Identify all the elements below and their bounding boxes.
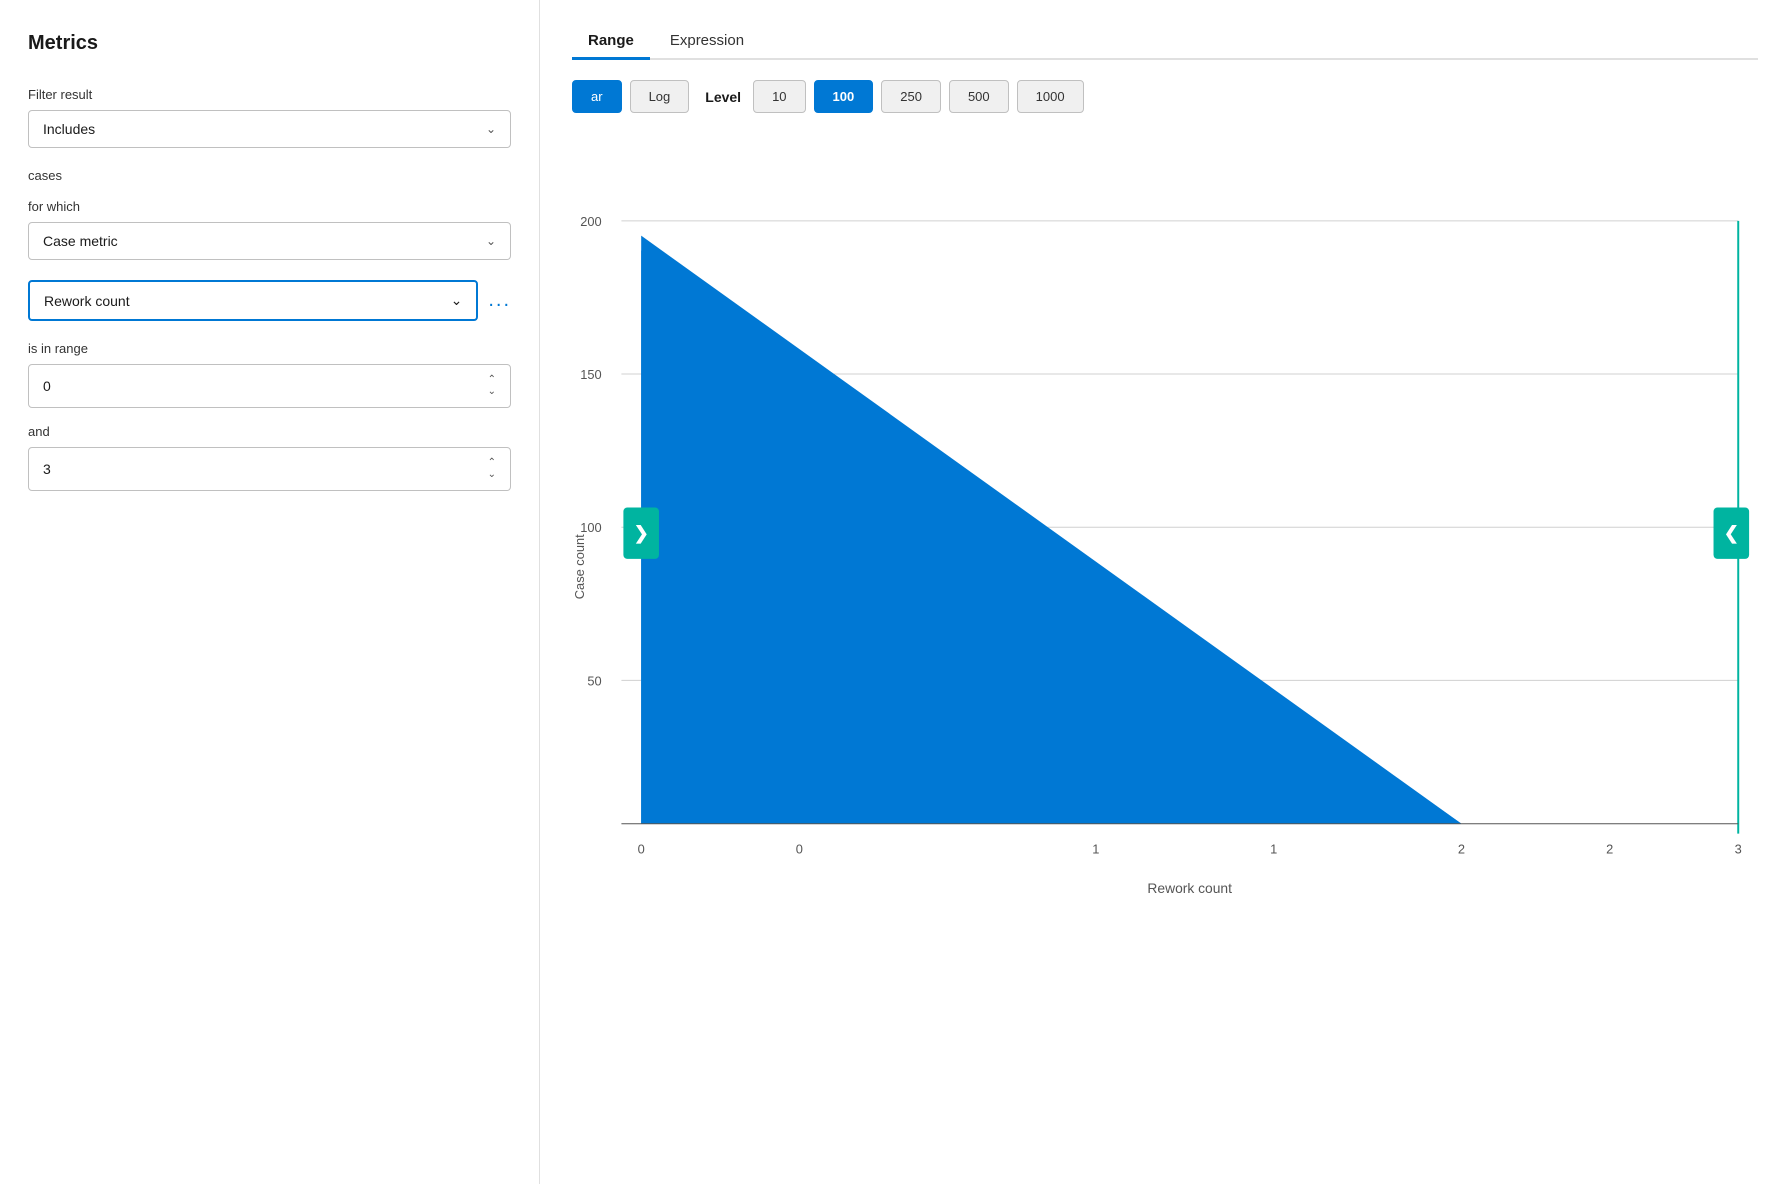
metric-dropdown[interactable]: Rework count ⌄ (28, 280, 478, 321)
range-start-spinner[interactable]: ⌃ ⌄ (488, 375, 496, 397)
increment-icon[interactable]: ⌃ (488, 375, 496, 385)
page-title: Metrics (28, 32, 511, 55)
range-end-input[interactable]: 3 ⌃ ⌄ (28, 447, 511, 491)
level-1000-button[interactable]: 1000 (1017, 80, 1084, 113)
y-axis-200: 200 (580, 214, 601, 229)
more-options-button[interactable]: ... (488, 289, 511, 312)
left-slider-arrow: ❯ (634, 523, 649, 544)
tab-range[interactable]: Range (572, 24, 650, 60)
case-metric-dropdown[interactable]: Case metric ⌄ (28, 222, 511, 260)
chevron-down-icon: ⌄ (451, 292, 463, 309)
right-slider-arrow: ❮ (1724, 523, 1739, 544)
chart-controls: ar Log Level 10 100 250 500 1000 (572, 80, 1758, 113)
chevron-down-icon: ⌄ (486, 234, 496, 248)
range-end-spinner[interactable]: ⌃ ⌄ (488, 458, 496, 480)
increment-icon[interactable]: ⌃ (488, 458, 496, 468)
chart-area: 200 150 100 50 Case count 0 0 1 (572, 137, 1758, 957)
metric-value: Rework count (44, 293, 130, 309)
chevron-down-icon: ⌄ (486, 122, 496, 136)
x-axis-label: Rework count (1147, 880, 1232, 896)
level-500-button[interactable]: 500 (949, 80, 1009, 113)
tab-expression[interactable]: Expression (654, 24, 760, 60)
level-label: Level (705, 89, 741, 105)
x-axis-2-right: 2 (1606, 841, 1613, 856)
case-metric-value: Case metric (43, 233, 118, 249)
metric-row: Rework count ⌄ ... (28, 280, 511, 321)
scale-log-button[interactable]: Log (630, 80, 690, 113)
range-start-input[interactable]: 0 ⌃ ⌄ (28, 364, 511, 408)
y-axis-150: 150 (580, 367, 601, 382)
x-axis-1-left: 1 (1092, 841, 1099, 856)
and-label: and (28, 424, 511, 439)
right-panel: Range Expression ar Log Level 10 100 250… (540, 0, 1790, 1184)
filter-result-label: Filter result (28, 87, 511, 102)
scale-linear-button[interactable]: ar (572, 80, 622, 113)
tabs: Range Expression (572, 24, 1758, 60)
x-axis-1-right: 1 (1270, 841, 1277, 856)
y-axis-50: 50 (587, 673, 601, 688)
chart-svg: 200 150 100 50 Case count 0 0 1 (572, 137, 1758, 957)
decrement-icon[interactable]: ⌄ (488, 387, 496, 397)
cases-label: cases (28, 168, 511, 183)
y-axis-100: 100 (580, 520, 601, 535)
x-axis-0-left: 0 (638, 841, 645, 856)
x-axis-2-left: 2 (1458, 841, 1465, 856)
decrement-icon[interactable]: ⌄ (488, 470, 496, 480)
filter-result-value: Includes (43, 121, 95, 137)
x-axis-0-right: 0 (796, 841, 803, 856)
level-100-button[interactable]: 100 (814, 80, 874, 113)
range-end-value: 3 (43, 461, 51, 477)
y-axis-label: Case count (572, 534, 587, 599)
level-10-button[interactable]: 10 (753, 80, 805, 113)
x-axis-3: 3 (1735, 841, 1742, 856)
range-start-value: 0 (43, 378, 51, 394)
for-which-label: for which (28, 199, 511, 214)
level-250-button[interactable]: 250 (881, 80, 941, 113)
filter-result-dropdown[interactable]: Includes ⌄ (28, 110, 511, 148)
left-panel: Metrics Filter result Includes ⌄ cases f… (0, 0, 540, 1184)
is-in-range-label: is in range (28, 341, 511, 356)
